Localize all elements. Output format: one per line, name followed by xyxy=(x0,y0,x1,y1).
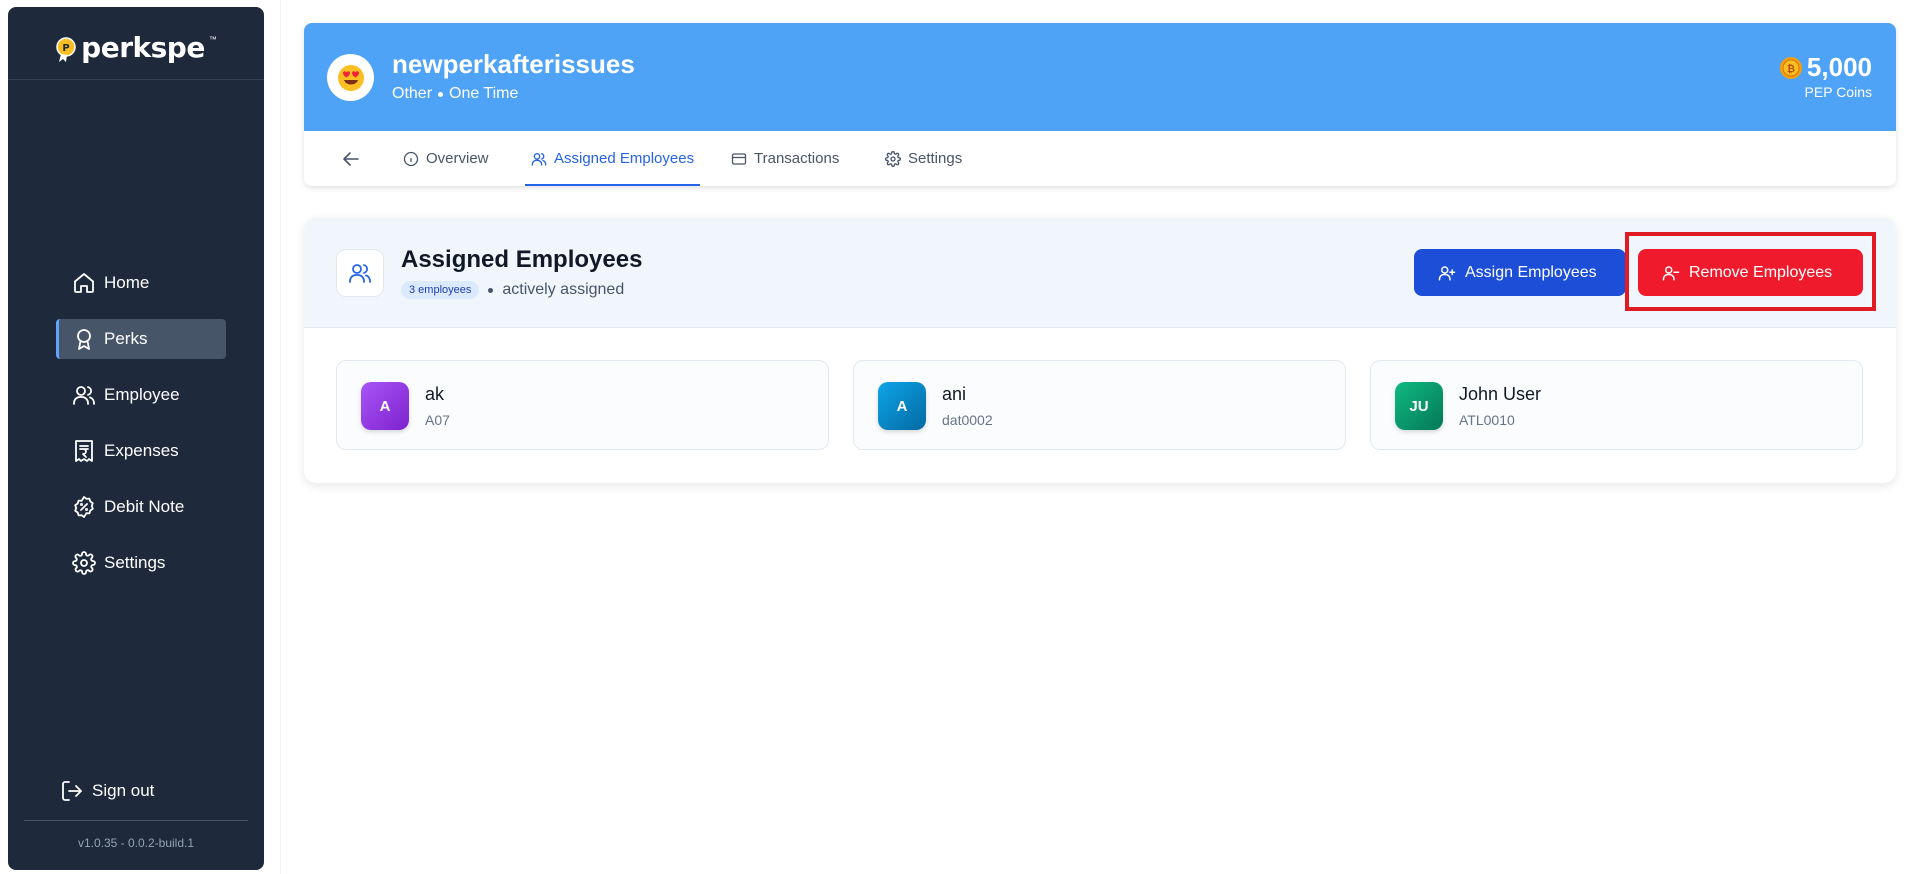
logo-trademark: ™ xyxy=(208,35,217,44)
sidebar-item-label: Expenses xyxy=(104,441,179,460)
logo-text: perkspe xyxy=(81,31,205,64)
sidebar-item-expenses[interactable]: Expenses xyxy=(56,431,226,471)
sidebar-item-label: Home xyxy=(104,273,150,292)
coins-label: PEP Coins xyxy=(1804,84,1872,100)
award-icon xyxy=(72,327,96,351)
app-version: v1.0.35 - 0.0.2-build.1 xyxy=(77,836,195,850)
employee-name: John User xyxy=(1459,384,1542,404)
section-title: Assigned Employees xyxy=(401,246,643,273)
perk-banner: newperkafterissues Other One Time ₿ 5,00… xyxy=(304,23,1896,131)
tab-label: Settings xyxy=(908,150,963,167)
gear-icon xyxy=(72,551,96,575)
employee-name: ani xyxy=(942,384,967,404)
assign-employees-button[interactable]: Assign Employees xyxy=(1414,249,1626,296)
tab-overview[interactable]: Overview xyxy=(397,131,495,186)
employee-grid: A ak A07 A ani dat0002 JU John User ATL0… xyxy=(336,360,1863,450)
employee-name: ak xyxy=(425,384,445,404)
employee-id: dat0002 xyxy=(942,412,993,428)
sidebar-item-label: Perks xyxy=(104,329,148,348)
dot-separator xyxy=(488,287,494,293)
assignment-status-text: actively assigned xyxy=(502,281,625,298)
employee-card[interactable]: A ani dat0002 xyxy=(853,360,1346,450)
employee-id: A07 xyxy=(425,412,450,428)
employee-avatar: A xyxy=(878,382,926,430)
log-out-icon xyxy=(60,779,84,803)
divider xyxy=(24,820,248,821)
remove-employees-label: Remove Employees xyxy=(1689,263,1833,281)
arrow-left-icon xyxy=(342,151,359,167)
svg-text:₿: ₿ xyxy=(1787,63,1795,75)
employee-avatar: A xyxy=(361,382,409,430)
employee-card[interactable]: JU John User ATL0010 xyxy=(1370,360,1863,450)
sidebar-item-home[interactable]: Home xyxy=(56,263,226,303)
sidebar: P perkspe ™ Home Perks Employee Expenses… xyxy=(8,7,264,870)
tab-transactions[interactable]: Transactions xyxy=(725,131,845,186)
logo-coin-icon: P xyxy=(55,36,77,63)
svg-text:P: P xyxy=(62,43,69,54)
heart-eyes-emoji-icon xyxy=(327,54,374,101)
assign-employees-label: Assign Employees xyxy=(1465,263,1597,281)
section-meta: 3 employees actively assigned xyxy=(401,281,624,299)
employee-id: ATL0010 xyxy=(1459,412,1515,428)
receipt-icon xyxy=(72,439,96,463)
divider xyxy=(8,79,264,80)
employee-card[interactable]: A ak A07 xyxy=(336,360,829,450)
sign-out-label: Sign out xyxy=(92,781,155,800)
users-icon xyxy=(72,383,96,407)
sidebar-item-label: Settings xyxy=(104,553,166,572)
sidebar-item-label: Debit Note xyxy=(104,497,185,516)
perk-title: newperkafterissues xyxy=(392,49,635,79)
perk-header-card: newperkafterissues Other One Time ₿ 5,00… xyxy=(304,23,1896,186)
user-minus-icon xyxy=(1662,264,1680,282)
perk-frequency: One Time xyxy=(449,85,519,102)
sidebar-item-perks[interactable]: Perks xyxy=(56,319,226,359)
employee-avatar: JU xyxy=(1395,382,1443,430)
back-button[interactable] xyxy=(336,131,364,186)
badge-percent-icon xyxy=(72,495,96,519)
coins-value: 5,000 xyxy=(1806,52,1872,82)
coins-summary: ₿ 5,000 PEP Coins xyxy=(1779,52,1872,100)
remove-employees-button[interactable]: Remove Employees xyxy=(1638,249,1863,296)
sidebar-item-employee[interactable]: Employee xyxy=(56,375,226,415)
tab-settings[interactable]: Settings xyxy=(879,131,968,186)
coin-icon: ₿ xyxy=(1779,56,1803,80)
perk-subtitle: Other One Time xyxy=(392,85,518,103)
users-icon xyxy=(531,151,547,167)
tab-label: Overview xyxy=(426,150,489,167)
credit-card-icon xyxy=(731,151,747,167)
dot-separator xyxy=(438,91,444,97)
sidebar-item-debit-note[interactable]: Debit Note xyxy=(56,487,226,527)
info-icon xyxy=(403,151,419,167)
section-header: Assigned Employees 3 employees actively … xyxy=(304,218,1896,328)
assigned-employees-card: Assigned Employees 3 employees actively … xyxy=(304,218,1896,483)
perk-category: Other xyxy=(392,85,433,102)
main-edge xyxy=(280,0,281,874)
perkspe-logo[interactable]: P perkspe ™ xyxy=(8,31,264,66)
gear-icon xyxy=(885,150,901,167)
sign-out-button[interactable]: Sign out xyxy=(60,779,154,803)
sidebar-item-settings[interactable]: Settings xyxy=(56,543,226,583)
tab-assigned-employees[interactable]: Assigned Employees xyxy=(525,131,701,186)
user-plus-icon xyxy=(1438,264,1456,282)
sidebar-item-label: Employee xyxy=(104,385,180,404)
home-icon xyxy=(72,271,96,295)
perk-tabs: Overview Assigned Employees Transactions… xyxy=(304,131,1896,186)
tab-label: Transactions xyxy=(754,150,840,167)
employee-count-badge: 3 employees xyxy=(401,281,480,299)
tab-label: Assigned Employees xyxy=(554,150,695,167)
users-icon xyxy=(336,249,384,297)
sidebar-nav: Home Perks Employee Expenses Debit Note xyxy=(56,263,226,599)
